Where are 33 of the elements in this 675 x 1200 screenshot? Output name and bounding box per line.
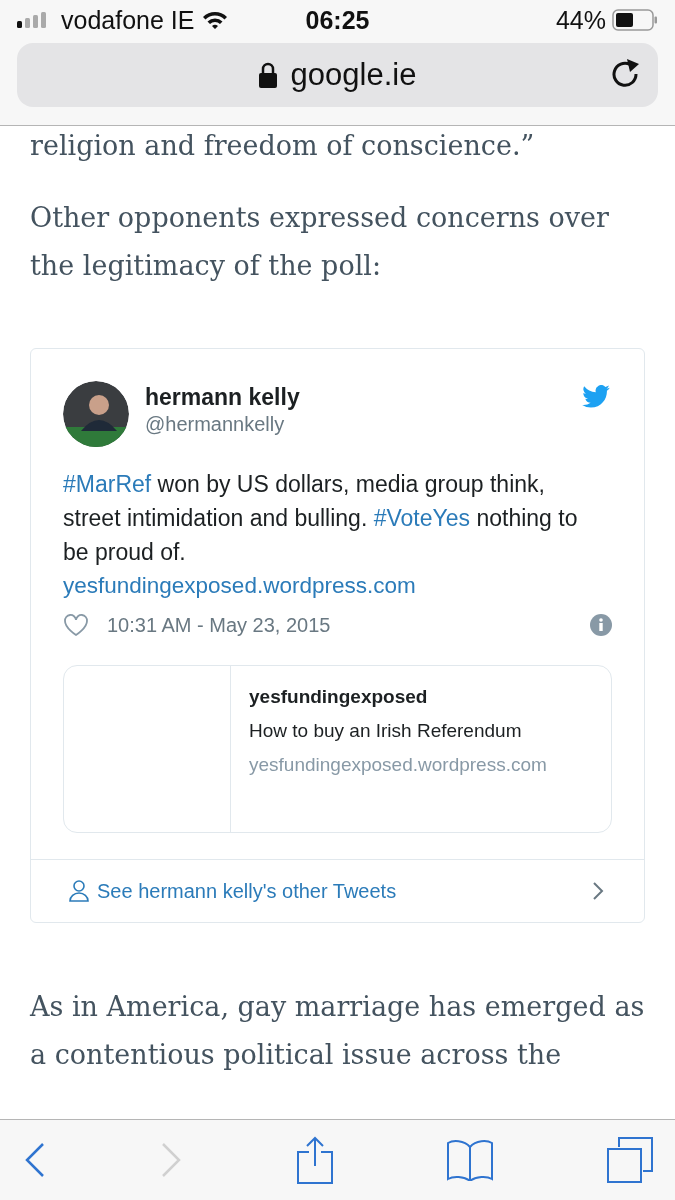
battery-icon (612, 9, 658, 31)
wifi-icon (202, 10, 229, 30)
url-text: google.ie (290, 57, 417, 93)
preview-title: How to buy an Irish Referendum (249, 720, 523, 742)
info-icon[interactable] (590, 614, 612, 636)
tweet-timestamp[interactable]: 10:31 AM - May 23, 2015 (107, 613, 590, 637)
hashtag-link[interactable]: #MarRef (63, 471, 152, 497)
link-preview-card[interactable]: yesfundingexposed How to buy an Irish Referendum yesfundingexposed.wordpress.com (63, 665, 612, 833)
battery-percent: 44% (555, 5, 606, 35)
hashtag-link[interactable]: #VoteYes (373, 505, 471, 531)
other-tweets-link[interactable]: See hermann kelly's other Tweets (97, 879, 397, 903)
share-icon[interactable] (296, 1136, 333, 1184)
book-icon[interactable] (446, 1139, 493, 1181)
address-bar[interactable]: google.ie (17, 43, 658, 107)
back-icon[interactable] (24, 1142, 46, 1178)
tabs-icon[interactable] (607, 1137, 653, 1183)
article-paragraph: Other opponents expressed concerns over the legitimacy of the poll: (30, 201, 610, 283)
author-handle[interactable]: @hermannkelly (145, 413, 300, 436)
tweet-link[interactable]: yesfundingexposed.wordpress.com (63, 569, 416, 603)
tweet-text: #MarRef won by US dollars, media group think, street intimidation and bulling. #VoteYes nothing to be proud of. (63, 470, 579, 567)
author-name[interactable]: hermann kelly (145, 384, 300, 411)
heart-icon[interactable] (63, 613, 89, 637)
lock-icon (258, 62, 277, 88)
article-paragraph: As in America, gay marriage has emerged as a contentious political issue across the (30, 990, 645, 1072)
person-icon (69, 880, 89, 902)
preview-domain: yesfundingexposed.wordpress.com (249, 754, 547, 776)
avatar[interactable] (63, 381, 129, 447)
clock-time: 06:25 (305, 5, 370, 35)
bird-icon[interactable] (582, 385, 610, 408)
article-paragraph: religion and freedom of conscience.” (30, 129, 536, 163)
carrier-name: vodafone IE (61, 5, 195, 35)
chevron-right-icon[interactable] (592, 881, 604, 901)
preview-site: yesfundingexposed (249, 686, 429, 708)
